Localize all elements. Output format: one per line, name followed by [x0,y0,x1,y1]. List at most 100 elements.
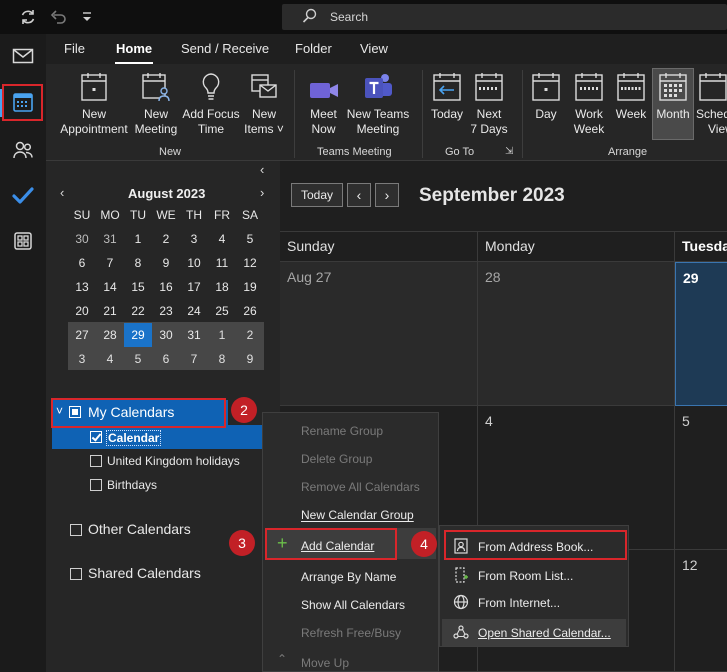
minical-day[interactable]: 18 [208,275,236,299]
search-input[interactable]: Search [282,4,727,30]
day-cell[interactable]: 5 [675,406,727,550]
minical-day[interactable]: 31 [96,227,124,251]
minical-day[interactable]: 19 [236,275,264,299]
minical-day[interactable]: 20 [68,299,96,323]
minical-day[interactable]: 23 [152,299,180,323]
next-month-chevron-icon[interactable]: › [260,185,264,200]
minical-day[interactable]: 8 [124,251,152,275]
minical-day[interactable]: 5 [124,347,152,371]
uk-holidays-item[interactable]: United Kingdom holidays [46,449,280,473]
day-cell[interactable]: 28 [478,262,675,406]
minical-day[interactable]: 31 [180,323,208,347]
menu-refresh-free-busy[interactable]: Refresh Free/Busy [301,626,401,640]
day-cell[interactable]: Aug 27 [280,262,478,406]
minical-day[interactable]: 8 [208,347,236,371]
meet-now-button[interactable]: Meet Now [301,70,346,137]
uk-holidays-checkbox[interactable] [90,455,102,467]
birthdays-item[interactable]: Birthdays [46,473,280,497]
menu-from-internet[interactable]: From Internet... [478,596,560,610]
minical-day[interactable]: 22 [124,299,152,323]
minical-day[interactable]: 4 [208,227,236,251]
menu-new-calendar-group[interactable]: New Calendar Group [301,508,414,522]
minical-day[interactable]: 1 [124,227,152,251]
minical-day[interactable]: 12 [236,251,264,275]
menu-move-up[interactable]: Move Up [301,656,349,670]
minical-day[interactable]: 9 [152,251,180,275]
minical-day[interactable]: 14 [96,275,124,299]
minical-day[interactable]: 1 [208,323,236,347]
next-7-days-button[interactable]: Next 7 Days [469,70,509,137]
minical-day[interactable]: 21 [96,299,124,323]
minical-day[interactable]: 26 [236,299,264,323]
calendar-prev-button[interactable]: ‹ [347,183,371,207]
work-week-view-button[interactable]: Work Week [570,70,608,137]
minical-day[interactable]: 24 [180,299,208,323]
minical-day[interactable]: 10 [180,251,208,275]
day-cell-today[interactable]: 29 [675,262,727,406]
minical-day[interactable]: 3 [68,347,96,371]
minical-day[interactable]: 3 [180,227,208,251]
tab-file[interactable]: File [64,41,85,56]
other-calendars-checkbox[interactable] [70,524,82,536]
new-meeting-button[interactable]: New Meeting [131,70,181,137]
menu-show-all-calendars[interactable]: Show All Calendars [301,598,405,612]
day-cell[interactable]: 12 [675,550,727,672]
menu-remove-all-calendars[interactable]: Remove All Calendars [301,480,420,494]
todo-nav-button[interactable] [6,179,40,213]
week-view-button[interactable]: Week [612,70,650,122]
minical-day[interactable]: 4 [96,347,124,371]
go-to-dialog-launcher-icon[interactable]: ⇲ [505,146,513,157]
menu-from-room-list[interactable]: From Room List... [478,569,573,583]
minical-day[interactable]: 15 [124,275,152,299]
tab-folder[interactable]: Folder [295,41,332,56]
calendar-item[interactable]: Calendar [52,425,280,449]
minical-day[interactable]: 28 [96,323,124,347]
undo-icon[interactable] [49,8,67,26]
goto-today-button[interactable]: Today [428,70,466,122]
minical-day[interactable]: 13 [68,275,96,299]
minical-day[interactable]: 5 [236,227,264,251]
menu-rename-group[interactable]: Rename Group [301,424,383,438]
day-view-button[interactable]: Day [529,70,563,122]
new-appointment-button[interactable]: New Appointment [58,70,130,137]
shared-calendars-checkbox[interactable] [70,568,82,580]
schedule-view-button[interactable]: Sched View [696,70,727,137]
add-focus-time-button[interactable]: Add Focus Time [181,70,241,137]
minical-day[interactable]: 6 [68,251,96,275]
minical-day-today[interactable]: 29 [124,323,152,347]
minical-day[interactable]: 27 [68,323,96,347]
minical-day[interactable]: 2 [236,323,264,347]
apps-nav-button[interactable] [6,224,40,258]
calendar-next-button[interactable]: › [375,183,399,207]
new-teams-meeting-button[interactable]: New Teams Meeting [346,70,410,137]
minical-day[interactable]: 7 [180,347,208,371]
minical-day[interactable]: 7 [96,251,124,275]
birthdays-checkbox[interactable] [90,479,102,491]
month-view-button[interactable]: Month [652,70,694,122]
minical-day[interactable]: 2 [152,227,180,251]
minical-day[interactable]: 11 [208,251,236,275]
tab-send-receive[interactable]: Send / Receive [181,41,269,56]
mail-nav-button[interactable] [6,39,40,73]
minical-day[interactable]: 6 [152,347,180,371]
menu-delete-group[interactable]: Delete Group [301,452,372,466]
collapse-pane-chevron-icon[interactable]: ‹ [260,162,264,177]
tab-view[interactable]: View [360,41,388,56]
prev-month-chevron-icon[interactable]: ‹ [60,185,64,200]
minical-day[interactable]: 16 [152,275,180,299]
customize-toolbar-icon[interactable] [78,8,96,26]
calendar-today-button[interactable]: Today [291,183,343,207]
menu-open-shared-calendar[interactable]: Open Shared Calendar... [478,626,611,640]
minical-day[interactable]: 30 [152,323,180,347]
minical-day[interactable]: 30 [68,227,96,251]
calendar-checkbox[interactable] [90,431,102,443]
shared-calendars-group[interactable]: Shared Calendars [46,561,280,585]
menu-arrange-by-name[interactable]: Arrange By Name [301,570,396,584]
minical-day[interactable]: 17 [180,275,208,299]
tab-home[interactable]: Home [114,41,154,65]
sync-icon[interactable] [19,8,37,26]
minical-day[interactable]: 25 [208,299,236,323]
new-items-button[interactable]: New Items ˅ [242,70,286,137]
minical-day[interactable]: 9 [236,347,264,371]
people-nav-button[interactable] [6,133,40,167]
